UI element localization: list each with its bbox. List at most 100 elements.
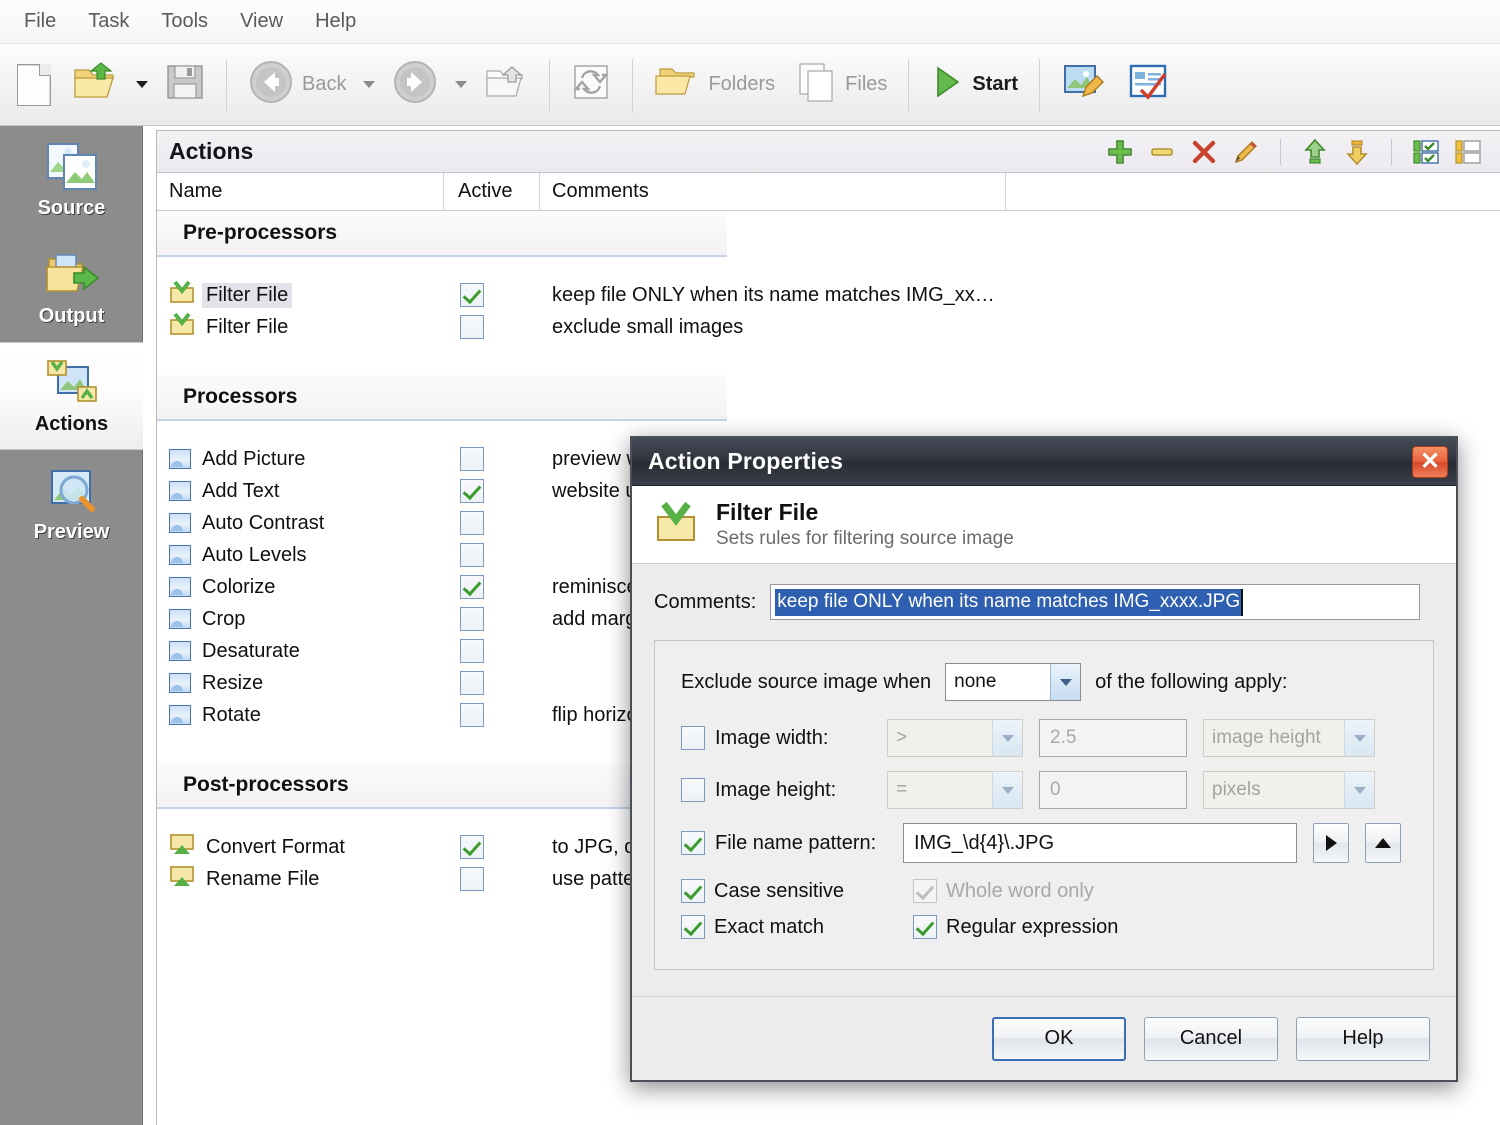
exclude-mode-select[interactable]: none <box>945 663 1082 701</box>
row-active-checkbox[interactable] <box>460 639 484 663</box>
image-height-checkbox[interactable] <box>681 778 705 802</box>
row-active-cell[interactable] <box>444 835 540 859</box>
delete-action-button[interactable] <box>1190 138 1218 166</box>
row-active-checkbox[interactable] <box>460 703 484 727</box>
back-dropdown-caret-icon[interactable] <box>363 81 376 88</box>
refresh-button[interactable] <box>560 54 622 116</box>
sidebar-item-output[interactable]: Output <box>0 234 143 342</box>
file-name-pattern-checkbox[interactable] <box>681 831 705 855</box>
pattern-history-button[interactable] <box>1365 823 1401 863</box>
files-button[interactable]: Files <box>786 54 898 116</box>
actions-toolbar-separator <box>1280 138 1281 165</box>
row-active-cell[interactable] <box>444 607 540 631</box>
sidebar-item-preview[interactable]: Preview <box>0 450 143 558</box>
case-sensitive-label: Case sensitive <box>714 879 845 902</box>
row-active-cell[interactable] <box>444 511 540 535</box>
dialog-title-bar[interactable]: Action Properties ✕ <box>632 438 1456 486</box>
row-active-checkbox[interactable] <box>460 671 484 695</box>
sidebar-item-source[interactable]: Source <box>0 126 143 234</box>
row-active-checkbox[interactable] <box>460 607 484 631</box>
row-active-cell[interactable] <box>444 543 540 567</box>
image-height-value-input[interactable]: 0 <box>1039 771 1187 809</box>
group-header-pre-processors: Pre-processors <box>157 211 727 257</box>
files-icon <box>797 61 837 108</box>
row-active-cell[interactable] <box>444 283 540 307</box>
file-name-pattern-input[interactable]: IMG_\d{4}\.JPG <box>903 823 1297 863</box>
image-width-checkbox[interactable] <box>681 726 705 750</box>
row-active-cell[interactable] <box>444 575 540 599</box>
table-row[interactable]: Filter File keep file ONLY when its name… <box>157 279 1500 311</box>
image-width-operator-select[interactable]: > <box>887 719 1023 757</box>
row-active-checkbox[interactable] <box>460 315 484 339</box>
image-height-operator-select[interactable]: = <box>887 771 1023 809</box>
comments-input[interactable]: keep file ONLY when its name matches IMG… <box>770 584 1421 620</box>
row-active-cell[interactable] <box>444 479 540 503</box>
forward-dropdown-caret-icon[interactable] <box>455 81 468 88</box>
task-options-button[interactable] <box>1116 54 1182 116</box>
row-active-checkbox[interactable] <box>460 575 484 599</box>
image-width-value-input[interactable]: 2.5 <box>1039 719 1187 757</box>
table-row[interactable]: Filter File exclude small images <box>157 311 1500 343</box>
column-header-name[interactable]: Name <box>157 173 444 210</box>
row-active-cell[interactable] <box>444 639 540 663</box>
column-header-comments[interactable]: Comments <box>540 173 1006 210</box>
cancel-button[interactable]: Cancel <box>1144 1016 1278 1061</box>
edit-action-button[interactable] <box>1232 138 1260 166</box>
menu-view[interactable]: View <box>224 6 299 37</box>
open-task-button[interactable] <box>62 54 130 116</box>
back-button[interactable]: Back <box>237 54 357 116</box>
menu-task[interactable]: Task <box>72 6 145 37</box>
row-active-cell[interactable] <box>444 703 540 727</box>
row-active-cell[interactable] <box>444 671 540 695</box>
new-task-button[interactable] <box>6 54 62 116</box>
save-task-button[interactable] <box>154 54 216 116</box>
chevron-down-icon <box>1050 664 1081 700</box>
forward-button[interactable] <box>381 54 449 116</box>
row-active-checkbox[interactable] <box>460 511 484 535</box>
image-width-unit-select[interactable]: image height <box>1203 719 1375 757</box>
row-active-checkbox[interactable] <box>460 867 484 891</box>
help-button[interactable]: Help <box>1296 1016 1430 1061</box>
back-arrow-icon <box>248 59 294 110</box>
row-active-cell[interactable] <box>444 315 540 339</box>
edit-image-button[interactable] <box>1050 54 1116 116</box>
ok-button[interactable]: OK <box>992 1016 1126 1061</box>
menu-tools[interactable]: Tools <box>145 6 224 37</box>
close-icon[interactable]: ✕ <box>1412 445 1448 478</box>
row-active-checkbox[interactable] <box>460 835 484 859</box>
menu-file[interactable]: File <box>8 6 72 37</box>
pattern-insert-menu-button[interactable] <box>1313 823 1349 863</box>
row-active-checkbox[interactable] <box>460 543 484 567</box>
save-floppy-icon <box>165 62 205 107</box>
folders-button[interactable]: Folders <box>643 54 786 116</box>
move-down-button[interactable] <box>1343 138 1371 166</box>
case-sensitive-checkbox[interactable] <box>681 879 705 903</box>
regular-expression-option[interactable]: Regular expression <box>913 915 1118 939</box>
column-header-active[interactable]: Active <box>444 173 540 210</box>
processor-image-icon <box>169 577 191 597</box>
open-dropdown-caret-icon[interactable] <box>136 81 148 88</box>
exact-match-checkbox[interactable] <box>681 915 705 939</box>
sidebar-item-actions[interactable]: Actions <box>0 342 143 450</box>
menu-help[interactable]: Help <box>299 6 372 37</box>
case-sensitive-option[interactable]: Case sensitive <box>681 879 913 903</box>
move-up-button[interactable] <box>1301 138 1329 166</box>
exact-match-option[interactable]: Exact match <box>681 915 913 939</box>
row-active-checkbox[interactable] <box>460 447 484 471</box>
actions-icon <box>44 357 100 409</box>
image-height-unit-select[interactable]: pixels <box>1203 771 1375 809</box>
post-processor-icon <box>169 865 195 894</box>
whole-word-only-option[interactable]: Whole word only <box>913 879 1094 903</box>
row-active-checkbox[interactable] <box>460 479 484 503</box>
row-name-label: Rename File <box>206 867 320 890</box>
remove-action-button[interactable] <box>1148 138 1176 166</box>
add-action-button[interactable] <box>1106 138 1134 166</box>
regular-expression-checkbox[interactable] <box>913 915 937 939</box>
uncheck-all-button[interactable] <box>1454 138 1482 166</box>
up-one-level-button[interactable] <box>473 54 539 116</box>
check-all-button[interactable] <box>1412 138 1440 166</box>
row-active-cell[interactable] <box>444 867 540 891</box>
row-active-cell[interactable] <box>444 447 540 471</box>
row-active-checkbox[interactable] <box>460 283 484 307</box>
start-button[interactable]: Start <box>919 54 1029 116</box>
